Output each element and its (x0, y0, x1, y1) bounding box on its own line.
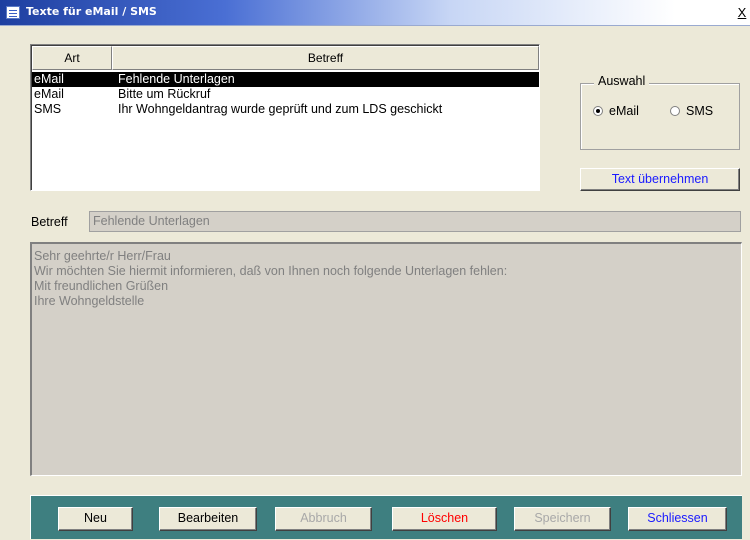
list-item-betreff: Fehlende Unterlagen (118, 72, 235, 86)
bearbeiten-button[interactable]: Bearbeiten (159, 507, 257, 531)
form-icon (6, 6, 20, 19)
list-item[interactable]: SMS Ihr Wohngeldantrag wurde geprüft und… (32, 102, 539, 117)
body-line: Wir möchten Sie hiermit informieren, daß… (34, 264, 508, 278)
body-line: Sehr geehrte/r Herr/Frau (34, 249, 171, 263)
list-item-betreff: Bitte um Rückruf (118, 87, 211, 101)
radio-sms-label: SMS (686, 104, 714, 118)
message-body-field[interactable]: Sehr geehrte/r Herr/Frau Wir möchten Sie… (30, 242, 742, 476)
betreff-field[interactable]: Fehlende Unterlagen (89, 211, 741, 232)
radio-email-label: eMail (609, 104, 639, 118)
betreff-label: Betreff (31, 215, 68, 229)
template-list[interactable]: Art Betreff eMail Fehlende Unterlagen eM… (30, 44, 540, 191)
list-item-art: eMail (34, 87, 64, 101)
list-header: Art Betreff (32, 46, 539, 70)
title-bar: Texte für eMail / SMS X (0, 0, 750, 26)
speichern-button[interactable]: Speichern (514, 507, 611, 531)
auswahl-group-label: Auswahl (594, 74, 650, 88)
loeschen-button[interactable]: Löschen (392, 507, 497, 531)
text-uebernehmen-button[interactable]: Text übernehmen (580, 168, 740, 191)
list-item-betreff: Ihr Wohngeldantrag wurde geprüft und zum… (118, 102, 443, 116)
list-rows: eMail Fehlende Unterlagen eMail Bitte um… (32, 72, 539, 117)
body-line: Mit freundlichen Grüßen (34, 279, 169, 293)
access-form-window: Texte für eMail / SMS X Art Betreff eMai… (0, 0, 750, 540)
radio-unchecked-icon (670, 106, 680, 116)
list-item-art: SMS (34, 102, 62, 116)
abbruch-button[interactable]: Abbruch (275, 507, 372, 531)
close-icon[interactable]: X (736, 6, 748, 20)
column-header-art[interactable]: Art (32, 46, 112, 70)
radio-email[interactable]: eMail (593, 104, 639, 118)
list-item[interactable]: eMail Fehlende Unterlagen (32, 72, 539, 87)
window-title: Texte für eMail / SMS (26, 5, 157, 18)
body-line: Ihre Wohngeldstelle (34, 294, 145, 308)
schliessen-button[interactable]: Schliessen (628, 507, 727, 531)
radio-checked-icon (593, 106, 603, 116)
list-item[interactable]: eMail Bitte um Rückruf (32, 87, 539, 102)
radio-sms[interactable]: SMS (670, 104, 713, 118)
column-header-betreff[interactable]: Betreff (112, 46, 539, 70)
list-item-art: eMail (34, 72, 64, 86)
neu-button[interactable]: Neu (58, 507, 133, 531)
